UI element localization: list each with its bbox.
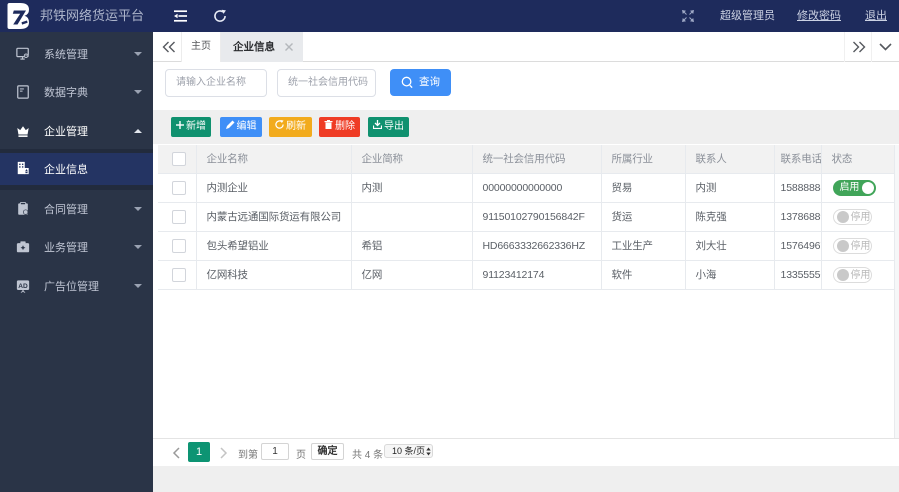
svg-text:AD: AD — [18, 282, 28, 289]
